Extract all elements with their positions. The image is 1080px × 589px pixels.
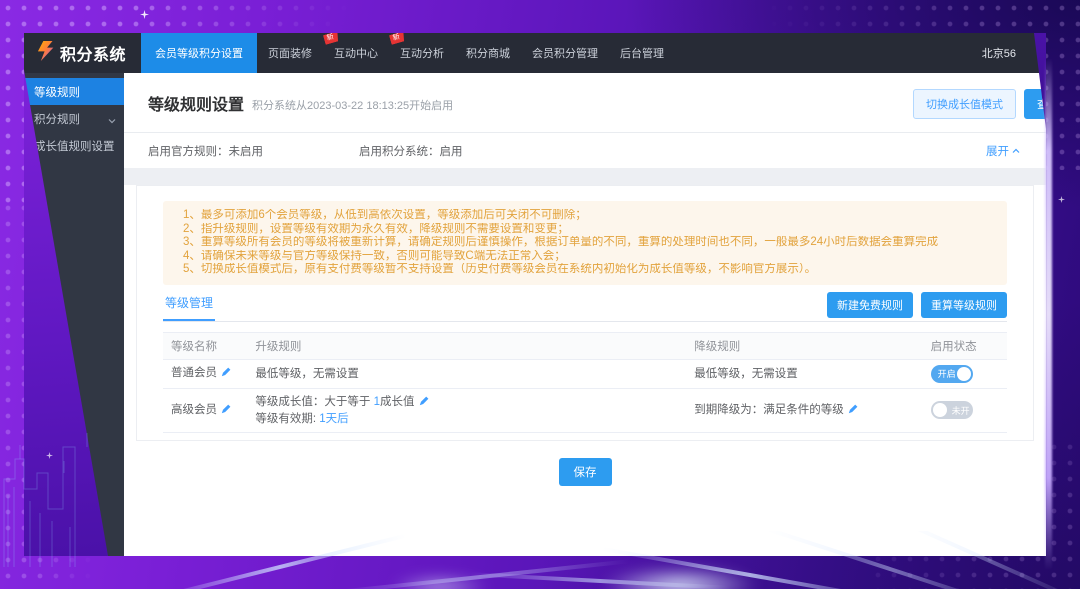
- nav-tabs: 会员等级积分设置 页面装修 新 互动中心 新 互动分析 积分商城 会员积分管理 …: [141, 33, 675, 73]
- lightning-bolt-icon: [35, 40, 55, 67]
- edit-icon[interactable]: [848, 403, 858, 419]
- nav-tab-member-level-points[interactable]: 会员等级积分设置: [141, 33, 257, 73]
- main-content: 等级规则设置 积分系统从2023-03-22 18:13:25开始启用 切换成长…: [124, 73, 1046, 556]
- create-free-rule-button[interactable]: 新建免费规则: [827, 291, 913, 318]
- sidebar-item-level-rules[interactable]: 等级规则: [24, 78, 124, 105]
- save-button[interactable]: 保存: [558, 458, 612, 486]
- settings-summary-bar: 启用官方规则：未启用 启用积分系统：启用 展开: [124, 133, 1046, 168]
- notice-line: 2、指升级规则，设置等级有效期为永久有效，降级规则不需要设置和变更；: [183, 222, 569, 235]
- table-header-row: 等级名称 升级规则 降级规则 启用状态: [163, 331, 1007, 360]
- notice-line: 3、重算等级所有会员的等级将被重新计算，请确定规则后谨慎操作，根据订单量的不同，…: [183, 236, 939, 249]
- tab-level-management[interactable]: 等级管理: [163, 294, 216, 321]
- edit-icon[interactable]: [221, 366, 231, 382]
- downgrade-rule-text: 到期降级为：满足条件的等级: [694, 404, 858, 416]
- notice-line: 1、最多可添加6个会员等级，从低到高依次设置，等级添加后可关闭不可删除；: [183, 209, 587, 221]
- status-toggle-on[interactable]: 开启: [930, 364, 973, 383]
- app-title: 积分系统: [60, 47, 127, 64]
- nav-tab-page-decoration[interactable]: 页面装修: [257, 33, 323, 73]
- edit-icon[interactable]: [221, 403, 231, 419]
- nav-tab-backend-mgmt[interactable]: 后台管理: [609, 33, 675, 73]
- nav-tab-interaction-center[interactable]: 新 互动中心: [323, 33, 389, 73]
- nav-tab-member-points-mgmt[interactable]: 会员积分管理: [521, 33, 609, 73]
- level-rules-card: 1、最多可添加6个会员等级，从低到高依次设置，等级添加后可关闭不可删除； 2、指…: [136, 185, 1034, 441]
- sidebar-item-growth-value-rules[interactable]: 成长值规则设置: [24, 132, 124, 159]
- nav-tab-interaction-analysis[interactable]: 新 互动分析: [389, 33, 455, 73]
- level-name: 高级会员: [171, 404, 231, 416]
- save-row: 保存: [124, 458, 1046, 486]
- notice-box: 1、最多可添加6个会员等级，从低到高依次设置，等级添加后可关闭不可删除； 2、指…: [163, 201, 1007, 285]
- page-title: 等级规则设置: [148, 96, 245, 114]
- notice-line: 4、请确保未来等级与官方等级保持一致，否则可能导致C端无法正常入会；: [183, 249, 566, 262]
- top-navbar: 积分系统 会员等级积分设置 页面装修 新 互动中心 新 互动分析 积分商城 会员…: [24, 33, 1046, 73]
- light-beam: [1045, 58, 1052, 570]
- col-upgrade-rule: 升级规则: [247, 331, 687, 360]
- upgrade-rule-text: 最低等级，无需设置: [255, 367, 359, 380]
- level-name: 普通会员: [171, 367, 231, 379]
- screenshot: 积分系统 会员等级积分设置 页面装修 新 互动中心 新 互动分析 积分商城 会员…: [0, 0, 1080, 589]
- upgrade-rule-text: 等级成长值：大于等于 1成长值: [255, 394, 678, 411]
- switch-growth-mode-button[interactable]: 切换成长值模式: [913, 89, 1016, 119]
- nav-tab-points-mall[interactable]: 积分商城: [455, 33, 521, 73]
- level-management-buttons: 新建免费规则 重算等级规则: [827, 291, 1007, 318]
- toggle-knob: [932, 403, 947, 418]
- official-rules-status: 启用官方规则：未启用: [148, 145, 263, 158]
- new-badge: 新: [323, 33, 340, 45]
- edit-icon[interactable]: [419, 395, 429, 411]
- col-downgrade-rule: 降级规则: [686, 331, 923, 360]
- page-subtitle: 积分系统从2023-03-22 18:13:25开始启用: [252, 99, 454, 112]
- header-buttons: 切换成长值模式 查看教程: [913, 89, 1046, 119]
- notice-line: 5、切换成长值模式后，原有支付费等级暂不支持设置（历史付费等级会员在系统内初始化…: [183, 263, 817, 276]
- app-window: 积分系统 会员等级积分设置 页面装修 新 互动中心 新 互动分析 积分商城 会员…: [24, 33, 1046, 556]
- level-rules-table: 等级名称 升级规则 降级规则 启用状态 普通会员 最低等级，无需设置 最低等级，…: [163, 331, 1007, 433]
- toggle-knob: [956, 366, 971, 381]
- status-toggle-off[interactable]: 未开: [930, 401, 973, 420]
- points-system-status: 启用积分系统：启用: [359, 145, 463, 158]
- validity-text: 等级有效期: 1天后: [255, 412, 349, 425]
- nav-user-account[interactable]: 北京56: [982, 33, 1016, 73]
- sidebar-item-points-rules[interactable]: 积分规则: [24, 105, 124, 132]
- level-management-header: 等级管理 新建免费规则 重算等级规则: [163, 291, 1007, 322]
- table-row: 高级会员 等级成长值：大于等于 1成长值 等级有效期: 1天后 到期降级为：满足…: [163, 388, 1007, 433]
- downgrade-rule-text: 最低等级，无需设置: [694, 367, 798, 380]
- recalculate-level-button[interactable]: 重算等级规则: [921, 291, 1007, 318]
- validity-value-link[interactable]: 1天后: [319, 413, 348, 425]
- page-header: 等级规则设置 积分系统从2023-03-22 18:13:25开始启用 切换成长…: [124, 73, 1046, 133]
- chevron-down-icon: [108, 115, 116, 127]
- section-divider-band: [124, 168, 1046, 185]
- col-enable-status: 启用状态: [922, 331, 1007, 360]
- app-logo: 积分系统: [24, 33, 141, 73]
- new-badge: 新: [389, 33, 406, 45]
- chevron-up-icon: [1012, 145, 1020, 157]
- col-level-name: 等级名称: [163, 331, 248, 360]
- expand-link[interactable]: 展开: [986, 143, 1020, 159]
- table-row: 普通会员 最低等级，无需设置 最低等级，无需设置 开启: [163, 359, 1007, 389]
